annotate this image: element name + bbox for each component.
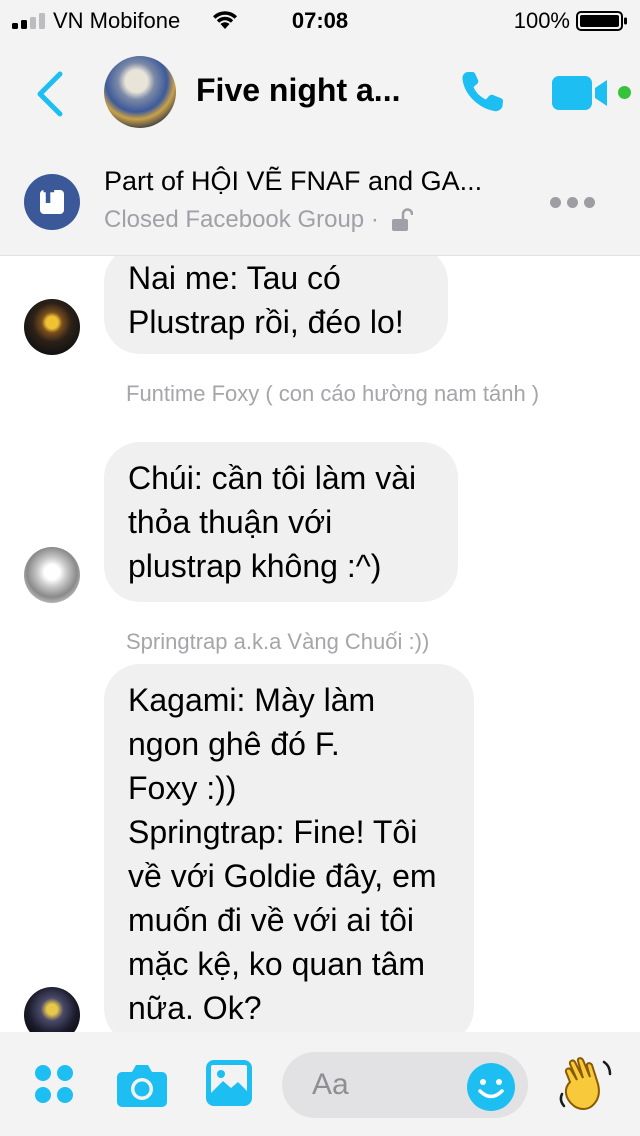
group-privacy: Closed Facebook Group · [104, 206, 413, 234]
active-status-dot [618, 86, 631, 99]
facebook-icon: f [24, 174, 80, 230]
message-line: nữa. Ok? [128, 990, 262, 1026]
message-list[interactable]: Nai me: Tau có Plustrap rồi, đéo lo! Fun… [0, 256, 640, 1032]
group-privacy-label: Closed Facebook Group · [104, 206, 379, 233]
sender-avatar[interactable] [24, 299, 80, 355]
message-line: Springtrap: Fine! Tôi [128, 814, 418, 850]
group-name: Part of HỘI VẼ FNAF and GA... [104, 166, 483, 196]
message-line: về với Goldie đây, em [128, 858, 437, 894]
more-apps-icon[interactable] [34, 1064, 74, 1104]
sender-name: Funtime Foxy ( con cáo hường nam tánh ) [126, 381, 540, 406]
sender-avatar[interactable] [24, 987, 80, 1032]
message-bubble[interactable]: Kagami: Mày làm ngon ghê đó F. Foxy :)) … [104, 664, 474, 1032]
phone-call-icon[interactable] [458, 68, 508, 116]
battery-percentage: 100% [513, 8, 570, 33]
waving-hand-shape [559, 1057, 612, 1110]
unlocked-padlock-icon [391, 208, 413, 231]
battery-icon [576, 11, 627, 31]
group-info-bar[interactable]: f Part of HỘI VẼ FNAF and GA... Closed F… [0, 148, 640, 256]
message-composer [0, 1032, 640, 1136]
message-line: Chúi: cần tôi làm vài [128, 460, 417, 496]
message-line: Foxy :)) [128, 770, 237, 806]
conversation-header: Five night a... [0, 40, 640, 148]
group-avatar[interactable] [104, 56, 176, 128]
sender-name: Springtrap a.k.a Vàng Chuối :)) [126, 629, 430, 654]
message-line: Plustrap rồi, đéo lo! [128, 304, 404, 340]
emoji-smiley-icon[interactable] [466, 1062, 516, 1112]
back-chevron-icon[interactable] [30, 70, 70, 118]
camera-icon[interactable] [116, 1062, 168, 1108]
video-call-icon[interactable] [552, 74, 612, 112]
sender-avatar[interactable] [24, 547, 80, 603]
message-bubble[interactable]: Nai me: Tau có Plustrap rồi, đéo lo! [104, 256, 448, 354]
conversation-title[interactable]: Five night a... [196, 72, 426, 109]
message-line: Kagami: Mày làm [128, 682, 376, 718]
message-line: mặc kệ, ko quan tâm [128, 946, 426, 982]
message-line: ngon ghê đó F. [128, 726, 340, 762]
message-line: thỏa thuận với [128, 504, 333, 540]
message-line: plustrap không :^) [128, 548, 382, 584]
photo-gallery-icon[interactable] [206, 1060, 252, 1106]
waving-hand-icon[interactable] [556, 1054, 614, 1116]
message-line: muốn đi về với ai tôi [128, 902, 414, 938]
message-line: Nai me: Tau có [128, 260, 341, 296]
more-options-icon[interactable] [548, 194, 598, 210]
status-bar: VN Mobifone 07:08 100% [0, 0, 640, 40]
message-bubble[interactable]: Chúi: cần tôi làm vài thỏa thuận với plu… [104, 442, 458, 602]
